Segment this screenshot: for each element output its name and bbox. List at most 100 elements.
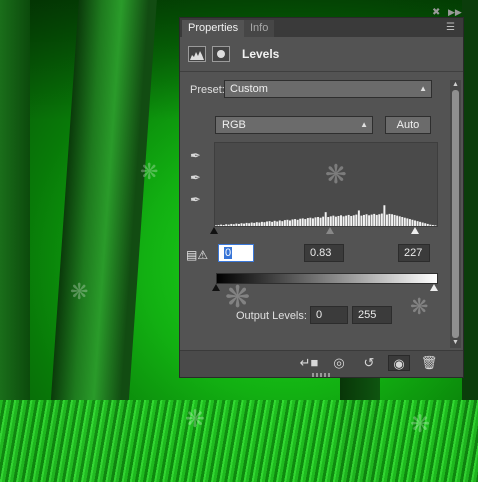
auto-button[interactable]: Auto	[385, 116, 431, 134]
scroll-up-icon[interactable]: ▲	[450, 80, 461, 90]
histogram-bar	[283, 220, 286, 226]
white-point-handle[interactable]	[411, 227, 419, 234]
output-black-field[interactable]: 0	[310, 306, 348, 324]
panel-header: Levels	[180, 37, 463, 72]
histogram-bar	[347, 214, 350, 226]
levels-adjustment-icon	[188, 46, 206, 62]
histogram-bar	[291, 219, 294, 226]
histogram-bar	[220, 224, 223, 226]
histogram-bar	[375, 214, 378, 226]
preset-value: Custom	[230, 83, 268, 95]
histogram-bar	[255, 222, 258, 226]
histogram-bar	[340, 215, 342, 226]
reset-icon[interactable]: ↺	[358, 355, 380, 371]
histogram-bar	[327, 217, 330, 226]
preset-label: Preset:	[190, 84, 225, 96]
black-point-eyedropper-icon[interactable]: ✒	[190, 148, 206, 164]
histogram-bar	[324, 212, 327, 226]
histogram-bar	[317, 217, 320, 226]
histogram-bar	[368, 215, 371, 226]
layer-mask-icon[interactable]	[212, 46, 230, 62]
scroll-thumb[interactable]	[452, 90, 459, 338]
histogram-bar	[299, 218, 302, 226]
clipping-warning-icon[interactable]: ▤⚠	[186, 248, 210, 262]
histogram-bar	[253, 222, 256, 226]
watermark-logo: ❋	[185, 405, 206, 433]
histogram-bar	[311, 218, 314, 226]
histogram-bar	[329, 216, 332, 226]
output-white-handle[interactable]	[430, 284, 438, 291]
channel-dropdown[interactable]: RGB ▲	[215, 116, 373, 134]
histogram-bar	[370, 214, 373, 226]
histogram-bar	[419, 221, 422, 226]
histogram-bar	[393, 214, 396, 226]
visibility-eye-icon[interactable]: ◉	[388, 355, 410, 371]
histogram-bar	[230, 223, 233, 226]
histogram-bar	[334, 216, 337, 226]
histogram-bar	[337, 215, 340, 226]
clip-to-layer-icon[interactable]: ↵■	[298, 355, 320, 371]
trash-icon[interactable]: 🗑	[418, 355, 440, 371]
input-white-field[interactable]: 227	[398, 244, 430, 262]
histogram-bar	[350, 215, 353, 226]
gamma-handle[interactable]	[326, 227, 334, 234]
histogram-bar	[243, 223, 246, 226]
watermark-logo: ❋	[325, 160, 347, 190]
view-previous-state-icon[interactable]: ◎	[328, 355, 350, 371]
histogram-bar	[322, 216, 325, 226]
histogram-bar	[357, 210, 360, 226]
histogram-bar	[235, 223, 238, 226]
histogram-bar	[304, 219, 307, 226]
histogram-bar	[414, 220, 416, 226]
histogram-bar	[421, 222, 424, 226]
histogram-bar	[301, 218, 304, 226]
input-levels-slider[interactable]	[210, 227, 438, 236]
scroll-down-icon[interactable]: ▼	[450, 338, 461, 348]
histogram-bar	[363, 214, 365, 226]
input-gamma-field[interactable]: 0.83	[304, 244, 344, 262]
histogram-bar	[319, 217, 322, 226]
properties-panel: Properties Info ☰ ✖ ▶▶ Levels Preset: Cu…	[179, 7, 464, 378]
histogram-bar	[222, 224, 225, 226]
histogram-bar	[294, 219, 297, 226]
close-icon[interactable]: ✖	[432, 7, 440, 18]
histogram-bar	[383, 205, 386, 226]
gray-point-eyedropper-icon[interactable]: ✒	[190, 170, 206, 186]
collapse-icon[interactable]: ▶▶	[448, 7, 462, 18]
panel-scrollbar[interactable]: ▲ ▼	[450, 80, 461, 348]
histogram-bar	[398, 216, 401, 226]
white-point-eyedropper-icon[interactable]: ✒	[190, 192, 206, 208]
histogram-bar	[309, 217, 312, 226]
output-black-handle[interactable]	[212, 284, 220, 291]
histogram-bar	[373, 213, 376, 226]
tab-info[interactable]: Info	[244, 20, 275, 37]
preset-dropdown[interactable]: Custom ▲	[224, 80, 432, 98]
histogram-bar	[237, 223, 240, 226]
histogram-bar	[289, 220, 291, 226]
watermark-logo: ❋	[410, 410, 431, 438]
histogram-bar	[416, 221, 419, 226]
channel-value: RGB	[222, 119, 246, 131]
chevron-updown-icon: ▲	[360, 120, 368, 129]
black-point-handle[interactable]	[210, 227, 218, 234]
histogram-bar	[431, 224, 434, 226]
watermark-logo: ❋	[410, 295, 429, 320]
histogram-bar	[240, 223, 243, 226]
histogram-bar	[380, 213, 383, 226]
tab-properties[interactable]: Properties	[182, 20, 245, 37]
flyout-menu-icon[interactable]: ☰	[446, 22, 455, 33]
histogram-bar	[215, 225, 217, 226]
histogram-bar	[345, 215, 348, 227]
histogram-bar	[260, 221, 263, 226]
histogram-bar	[296, 219, 299, 226]
resize-grip[interactable]	[312, 373, 330, 377]
histogram-bar	[258, 222, 261, 226]
histogram-bar	[306, 218, 309, 226]
histogram-bar	[403, 217, 406, 226]
grass	[0, 400, 478, 482]
histogram-bar	[278, 220, 281, 226]
input-black-field[interactable]: 0	[218, 244, 254, 262]
output-white-field[interactable]: 255	[352, 306, 392, 324]
histogram-bar	[217, 224, 220, 226]
histogram-bar	[314, 217, 317, 226]
